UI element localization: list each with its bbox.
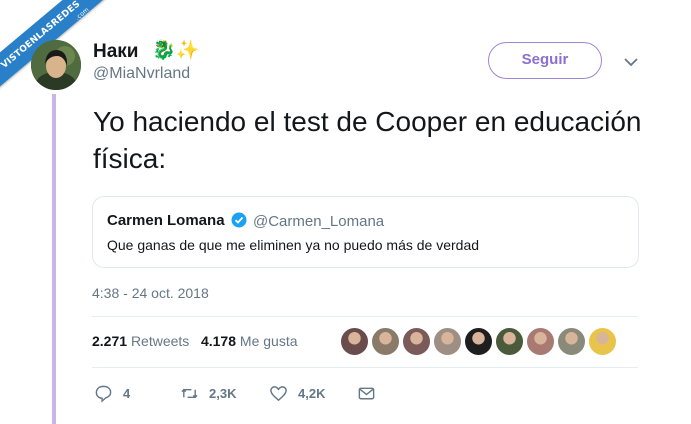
author-handle[interactable]: @MiaNvrland [93,65,190,83]
follow-button[interactable]: Seguir [488,42,602,79]
tweet-actions: 4 2,3K 4,2K [92,384,392,406]
like-count: 4,2K [298,386,326,401]
heart-icon [270,386,287,402]
liker-avatar[interactable] [371,327,400,356]
tweet-text: Yo haciendo el test de Cooper en educaci… [93,106,642,174]
thread-line [52,94,56,424]
quoted-tweet-text: Que ganas de que me eliminen ya no puedo… [107,237,480,253]
quoted-author-name: Carmen Lomana [107,212,225,229]
reply-count: 4 [123,386,131,401]
likes-label[interactable]: Me gusta [240,333,298,349]
divider [92,367,638,368]
liker-avatar[interactable] [495,327,524,356]
retweet-icon [181,388,198,399]
liker-avatar[interactable] [402,327,431,356]
retweet-count: 2,3K [209,386,237,401]
liker-avatar[interactable] [526,327,555,356]
likes-count[interactable]: 4.178 [201,333,236,349]
chevron-down-icon[interactable] [623,56,639,68]
liker-avatar[interactable] [588,327,617,356]
engagement-stats: 2.271 Retweets 4.178 Me gusta [92,333,298,349]
envelope-icon [358,387,375,400]
liker-avatar[interactable] [433,327,462,356]
avatar[interactable] [31,40,81,90]
quoted-author-handle: @Carmen_Lomana [253,213,385,230]
author-emoji: 🐉✨ [152,40,200,61]
timestamp[interactable]: 4:38 - 24 oct. 2018 [92,285,209,301]
like-button[interactable]: 4,2K [269,384,325,403]
reply-button[interactable]: 4 [94,384,130,403]
quoted-tweet[interactable]: Carmen Lomana @Carmen_Lomana Que ganas d… [92,196,639,268]
liker-avatar[interactable] [340,327,369,356]
retweets-label[interactable]: Retweets [131,333,189,349]
author-name[interactable]: Наки [93,41,138,63]
divider [92,316,638,317]
retweet-button[interactable]: 2,3K [180,384,236,403]
liker-avatar[interactable] [557,327,586,356]
avatar-image [31,40,81,90]
message-button[interactable] [357,384,386,403]
verified-badge-icon [231,212,247,228]
liker-avatar[interactable] [464,327,493,356]
reply-icon [95,385,112,403]
retweets-count[interactable]: 2.271 [92,333,127,349]
